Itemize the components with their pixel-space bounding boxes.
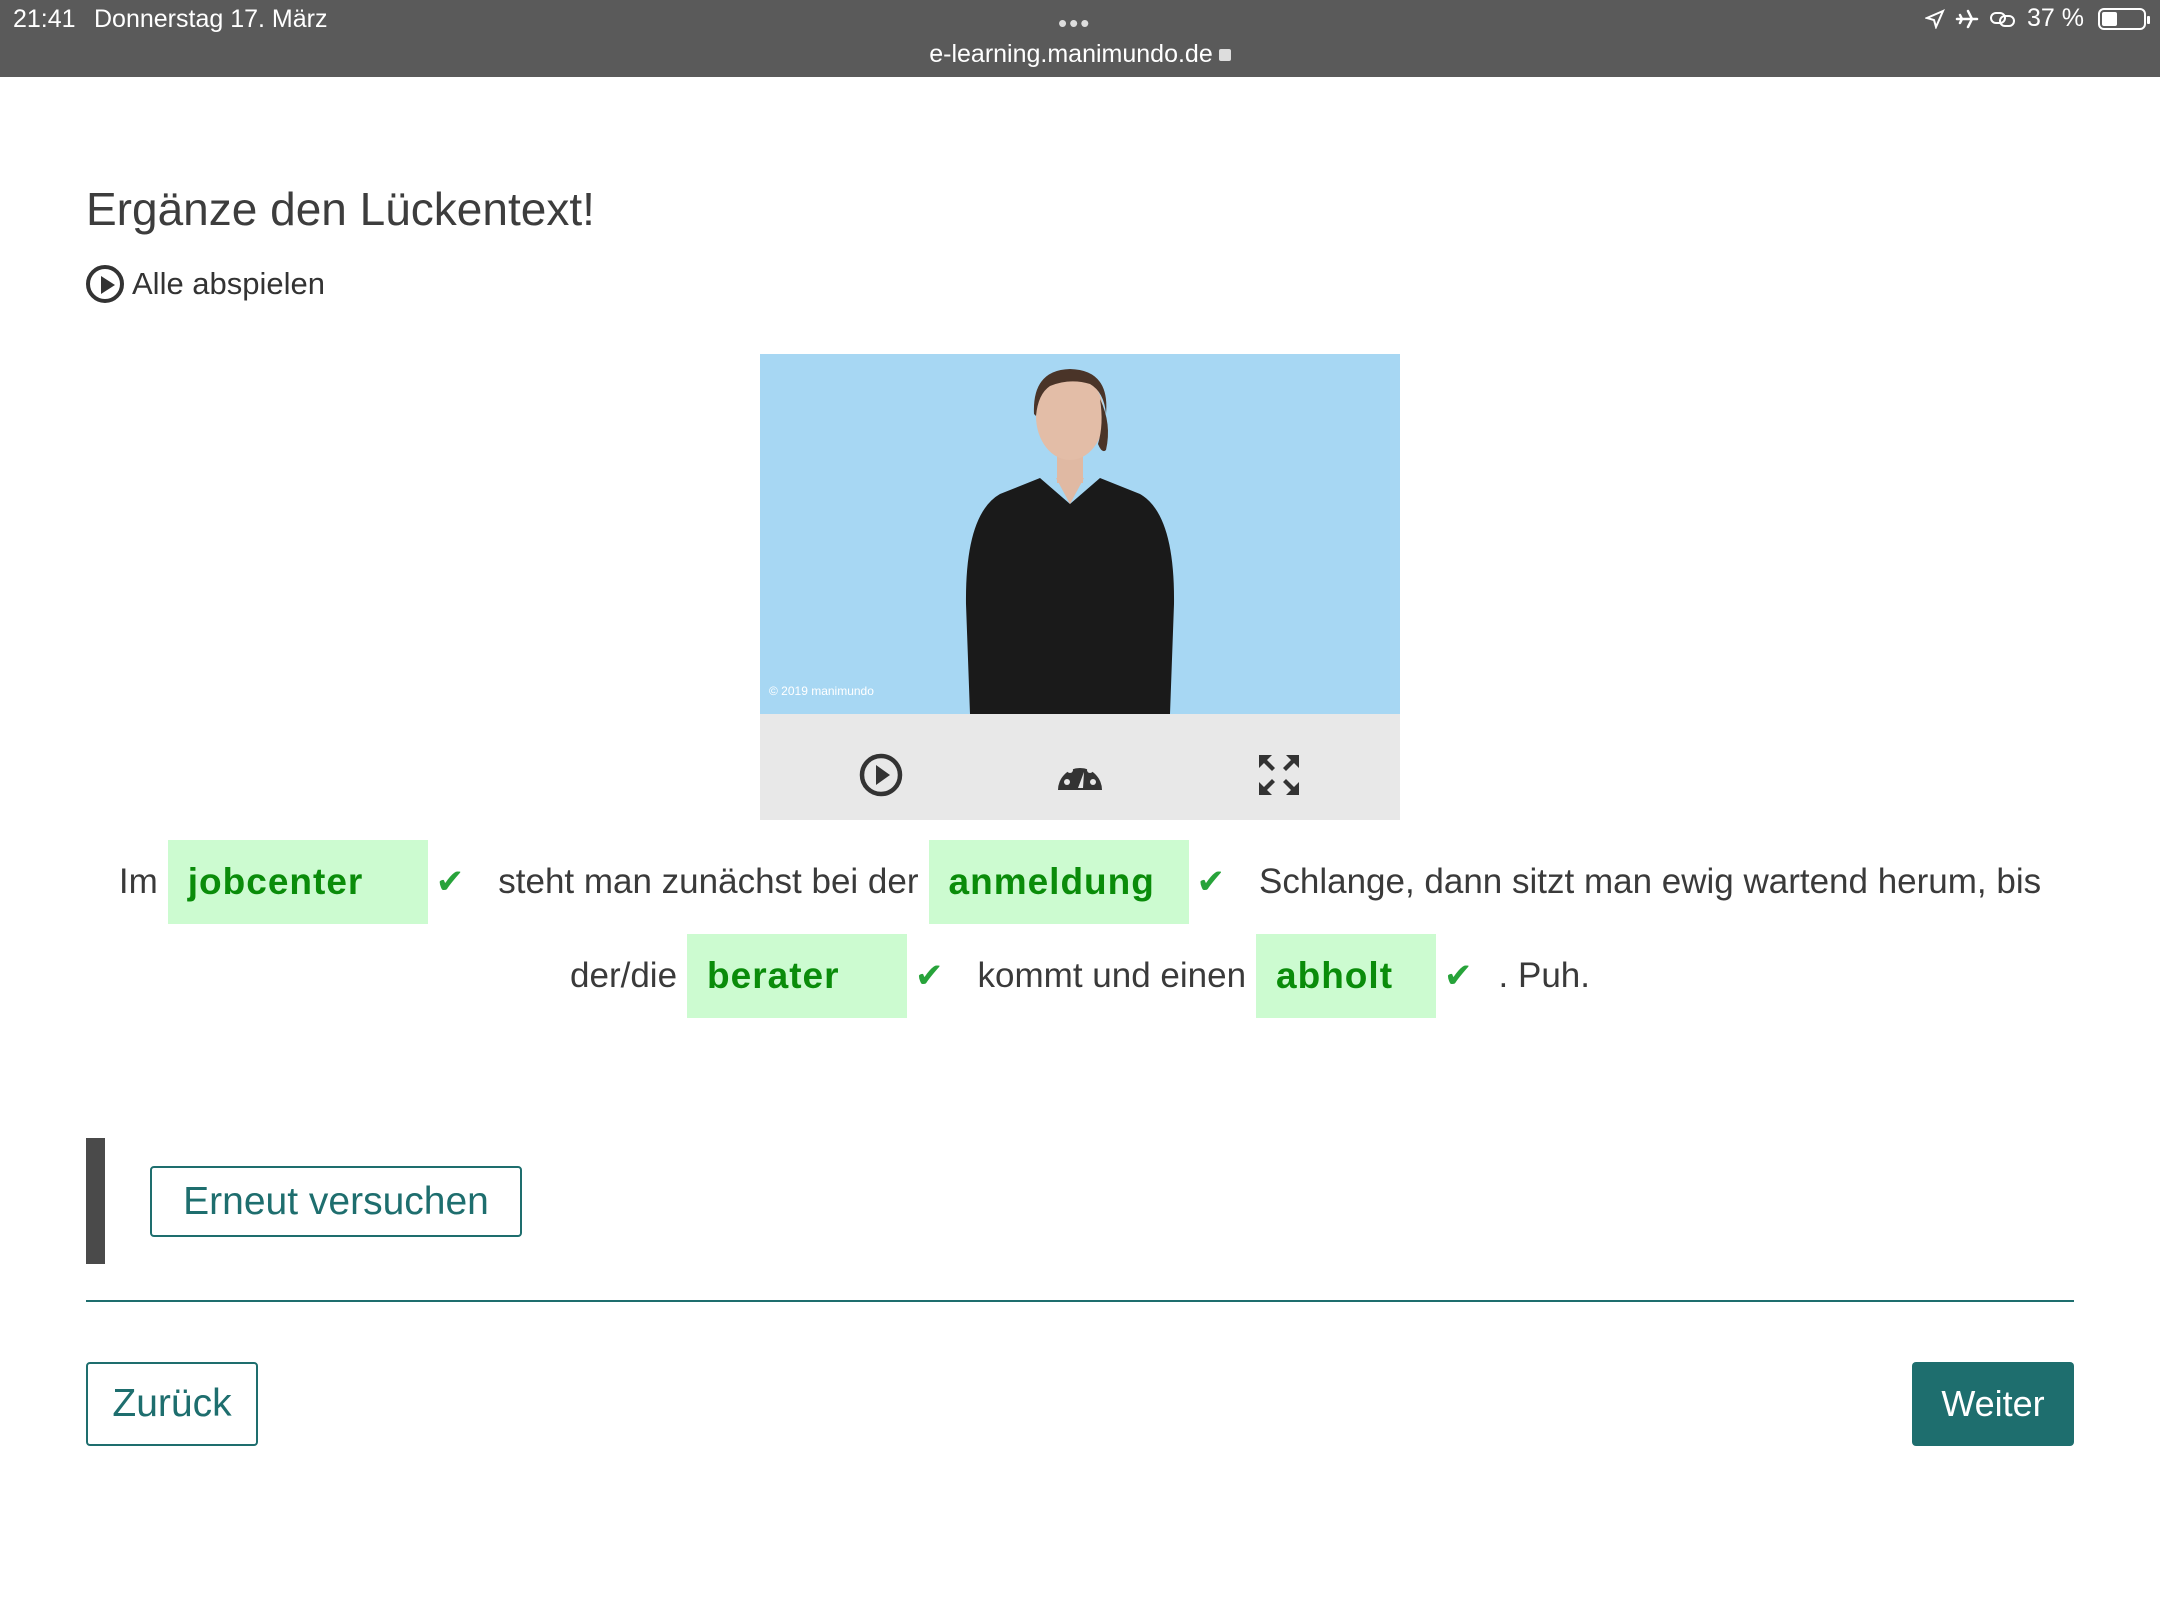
video-screen[interactable]: © 2019 manimundo: [760, 354, 1400, 714]
play-circle-icon: [86, 265, 124, 303]
location-arrow-icon: [1925, 8, 1945, 29]
status-icons: 37 %: [1925, 4, 2150, 33]
gap-input-berater[interactable]: berater: [687, 934, 908, 1018]
cloze-text: kommt und einen: [977, 956, 1247, 995]
address-bar[interactable]: e-learning.manimundo.de: [0, 40, 2160, 69]
gap-input-anmeldung[interactable]: anmeldung: [928, 840, 1189, 924]
cloze-text: der/die: [570, 956, 678, 995]
airplane-icon: [1955, 9, 1979, 28]
correct-check-icon: ✔: [435, 863, 465, 901]
cloze-line-1: Im jobcenter ✔ steht man zunächst bei de…: [0, 840, 2160, 924]
battery-percentage: 37 %: [2027, 4, 2084, 32]
cloze-text: . Puh.: [1498, 956, 1590, 995]
feedback-bar: [86, 1138, 105, 1264]
link-icon: [1990, 11, 2016, 27]
retry-button[interactable]: Erneut versuchen: [150, 1166, 522, 1237]
gap-input-jobcenter[interactable]: jobcenter: [167, 840, 428, 924]
next-button[interactable]: Weiter: [1912, 1362, 2074, 1446]
play-all-button[interactable]: Alle abspielen: [86, 265, 325, 303]
multitasking-dots-icon[interactable]: •••: [1058, 8, 1091, 39]
play-all-label: Alle abspielen: [132, 266, 326, 301]
status-time: 21:41: [13, 5, 76, 33]
cloze-line-2: der/die berater ✔ kommt und einen abholt…: [0, 934, 2160, 1018]
video-player[interactable]: © 2019 manimundo: [760, 354, 1400, 820]
correct-check-icon: ✔: [1196, 863, 1226, 901]
back-button[interactable]: Zurück: [86, 1362, 258, 1446]
status-bar: 21:41 Donnerstag 17. März ••• e-learning…: [0, 0, 2160, 77]
battery-icon: [2098, 7, 2150, 30]
url-text: e-learning.manimundo.de: [929, 40, 1213, 68]
lock-icon: [1218, 49, 1231, 61]
fullscreen-icon[interactable]: [1256, 752, 1302, 798]
divider: [86, 1300, 2074, 1302]
video-copyright: © 2019 manimundo: [769, 684, 874, 698]
cloze-text: steht man zunächst bei der: [498, 862, 919, 901]
cloze-text: Im: [118, 862, 158, 901]
play-icon[interactable]: [858, 752, 904, 798]
status-date: Donnerstag 17. März: [94, 5, 328, 33]
correct-check-icon: ✔: [915, 957, 944, 995]
speed-gauge-icon[interactable]: [1054, 752, 1106, 798]
cloze-text: Schlange, dann sitzt man ewig wartend he…: [1259, 862, 2042, 901]
gap-input-abholt[interactable]: abholt: [1256, 934, 1437, 1018]
page-title: Ergänze den Lückentext!: [86, 183, 595, 235]
correct-check-icon: ✔: [1444, 957, 1473, 995]
signer-figure: [965, 369, 1175, 714]
video-controls: [760, 714, 1400, 820]
